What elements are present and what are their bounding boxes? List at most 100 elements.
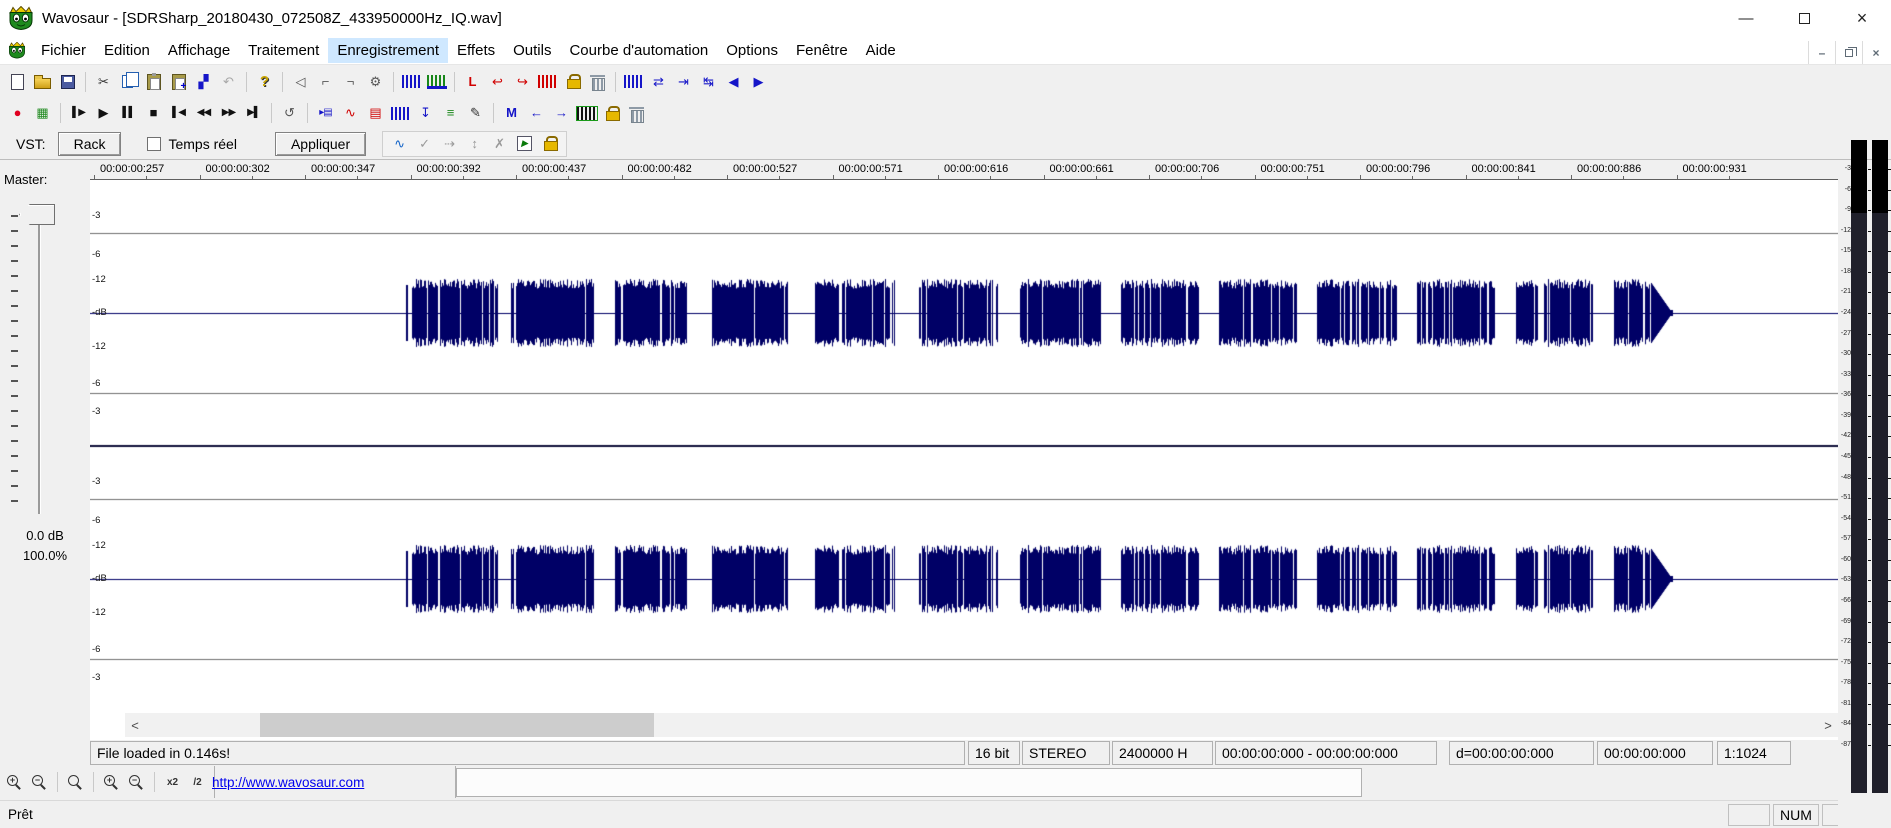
time-ruler[interactable]: 00:00:00:25700:00:00:30200:00:00:34700:0… bbox=[90, 160, 1838, 180]
wave-prev-icon[interactable]: ◀ bbox=[721, 71, 746, 93]
insert-marker-icon[interactable]: ▸▤ bbox=[313, 102, 338, 124]
speaker-icon[interactable]: ◁ bbox=[288, 71, 313, 93]
next-marker-icon[interactable]: → bbox=[549, 102, 574, 124]
help-icon[interactable]: ? bbox=[252, 71, 277, 93]
realtime-checkbox[interactable] bbox=[147, 137, 161, 151]
waveform-blue-icon[interactable] bbox=[399, 71, 424, 93]
save-file-icon[interactable] bbox=[55, 71, 80, 93]
stop-icon[interactable]: ■ bbox=[141, 102, 166, 124]
close-button[interactable]: × bbox=[1833, 0, 1891, 36]
scroll-right-arrow[interactable]: > bbox=[1818, 713, 1838, 737]
loop-icon[interactable]: ↺ bbox=[277, 102, 302, 124]
master-fader-handle[interactable] bbox=[19, 204, 55, 225]
new-file-icon[interactable] bbox=[5, 71, 30, 93]
lock-icon[interactable] bbox=[560, 71, 585, 93]
horizontal-scrollbar[interactable]: < > bbox=[125, 713, 1838, 737]
goto-start-icon[interactable]: ▌◀ bbox=[166, 102, 191, 124]
play-pause-icon[interactable]: ▌▶ bbox=[66, 102, 91, 124]
goto-end-icon[interactable]: ▶▌ bbox=[241, 102, 266, 124]
marker-m-icon[interactable]: M bbox=[499, 102, 524, 124]
menu-courbe-d-automation[interactable]: Courbe d'automation bbox=[560, 38, 717, 63]
analysis-curve-icon[interactable]: ∿ bbox=[338, 102, 363, 124]
forward-icon[interactable]: ▶▶ bbox=[216, 102, 241, 124]
meter-db-label: -63 bbox=[1838, 576, 1851, 583]
lock-markers-icon[interactable] bbox=[599, 102, 624, 124]
midi-connector-icon[interactable]: ¬ bbox=[338, 71, 363, 93]
fader-track[interactable] bbox=[38, 212, 41, 514]
menu-effets[interactable]: Effets bbox=[448, 38, 504, 63]
zoom-vertical-out-icon[interactable] bbox=[124, 771, 149, 793]
trash-icon[interactable] bbox=[585, 71, 610, 93]
menu-aide[interactable]: Aide bbox=[857, 38, 905, 63]
ruler-label: 00:00:00:661 bbox=[1050, 163, 1114, 175]
zoom-selection-icon[interactable] bbox=[63, 771, 88, 793]
punch-l-icon[interactable]: L bbox=[460, 71, 485, 93]
automation-line-icon[interactable]: ⇢ bbox=[437, 133, 462, 155]
zoom-vertical-in-icon[interactable] bbox=[99, 771, 124, 793]
automation-delete-icon[interactable]: ✗ bbox=[487, 133, 512, 155]
undo-icon[interactable]: ↶ bbox=[216, 71, 241, 93]
settings-wrench-icon[interactable]: ⚙ bbox=[363, 71, 388, 93]
fader-ticks bbox=[11, 215, 18, 513]
audio-connector-icon[interactable]: ⌐ bbox=[313, 71, 338, 93]
wave-fit-icon[interactable] bbox=[621, 71, 646, 93]
mdi-restore-button[interactable] bbox=[1835, 41, 1862, 64]
menu-outils[interactable]: Outils bbox=[504, 38, 560, 63]
automation-scale-icon[interactable]: ↕ bbox=[462, 133, 487, 155]
vst-rack-button[interactable]: Rack bbox=[58, 132, 122, 156]
status-message: File loaded in 0.146s! bbox=[90, 741, 965, 765]
waveform-canvas[interactable] bbox=[90, 180, 1838, 712]
menu-enregistrement[interactable]: Enregistrement bbox=[328, 38, 448, 63]
prev-marker-icon[interactable]: ← bbox=[524, 102, 549, 124]
master-panel: Master: 0.0 dB 100.0% bbox=[0, 160, 90, 740]
wave-markers-icon[interactable] bbox=[388, 102, 413, 124]
automation-apply-icon[interactable]: ✓ bbox=[412, 133, 437, 155]
selection-view-icon[interactable] bbox=[574, 102, 599, 124]
zoom-x2-icon[interactable]: x2 bbox=[160, 771, 185, 793]
wave-span-icon[interactable]: ↹ bbox=[696, 71, 721, 93]
wavosaur-link[interactable]: http://www.wavosaur.com bbox=[212, 775, 364, 790]
export-region-icon[interactable]: ▤ bbox=[363, 102, 388, 124]
wave-swap-icon[interactable]: ⇄ bbox=[646, 71, 671, 93]
automation-lock-icon[interactable] bbox=[537, 133, 562, 155]
punch-in-icon[interactable]: ↩ bbox=[485, 71, 510, 93]
minimize-button[interactable]: — bbox=[1717, 0, 1775, 36]
menu-fen-tre[interactable]: Fenêtre bbox=[787, 38, 857, 63]
menu-traitement[interactable]: Traitement bbox=[239, 38, 328, 63]
maximize-button[interactable] bbox=[1775, 0, 1833, 36]
mdi-minimize-button[interactable]: – bbox=[1808, 41, 1835, 64]
menu-edition[interactable]: Edition bbox=[95, 38, 159, 63]
pencil-edit-icon[interactable]: ✎ bbox=[463, 102, 488, 124]
waveform-area[interactable] bbox=[90, 180, 1838, 712]
zoom-in-icon[interactable] bbox=[2, 771, 27, 793]
paste-special-icon[interactable] bbox=[166, 71, 191, 93]
rewind-icon[interactable]: ◀◀ bbox=[191, 102, 216, 124]
play-icon[interactable]: ▶ bbox=[91, 102, 116, 124]
automation-play-icon[interactable] bbox=[512, 133, 537, 155]
drop-marker-icon[interactable]: ↧ bbox=[413, 102, 438, 124]
wave-next-icon[interactable]: ▶ bbox=[746, 71, 771, 93]
waveform-green-icon[interactable] bbox=[424, 71, 449, 93]
paste-icon[interactable] bbox=[141, 71, 166, 93]
trim-icon[interactable]: ▞ bbox=[191, 71, 216, 93]
monitor-grid-icon[interactable]: ▦ bbox=[30, 102, 55, 124]
record-icon[interactable]: ● bbox=[5, 102, 30, 124]
scroll-left-arrow[interactable]: < bbox=[125, 713, 145, 737]
waveform-red-icon[interactable] bbox=[535, 71, 560, 93]
wave-goto-icon[interactable]: ⇥ bbox=[671, 71, 696, 93]
menu-affichage[interactable]: Affichage bbox=[159, 38, 239, 63]
automation-points-icon[interactable]: ∿ bbox=[387, 133, 412, 155]
cut-icon[interactable]: ✂ bbox=[91, 71, 116, 93]
pause-icon[interactable]: ▌▌ bbox=[116, 102, 141, 124]
copy-icon[interactable] bbox=[116, 71, 141, 93]
delete-markers-icon[interactable] bbox=[624, 102, 649, 124]
menu-options[interactable]: Options bbox=[717, 38, 787, 63]
vst-apply-button[interactable]: Appliquer bbox=[275, 132, 366, 156]
mdi-close-button[interactable]: × bbox=[1862, 41, 1889, 64]
menu-fichier[interactable]: Fichier bbox=[32, 38, 95, 63]
marker-list-icon[interactable]: ≡ bbox=[438, 102, 463, 124]
zoom-out-icon[interactable] bbox=[27, 771, 52, 793]
scrollbar-thumb[interactable] bbox=[260, 713, 654, 737]
punch-out-icon[interactable]: ↪ bbox=[510, 71, 535, 93]
open-file-icon[interactable] bbox=[30, 71, 55, 93]
